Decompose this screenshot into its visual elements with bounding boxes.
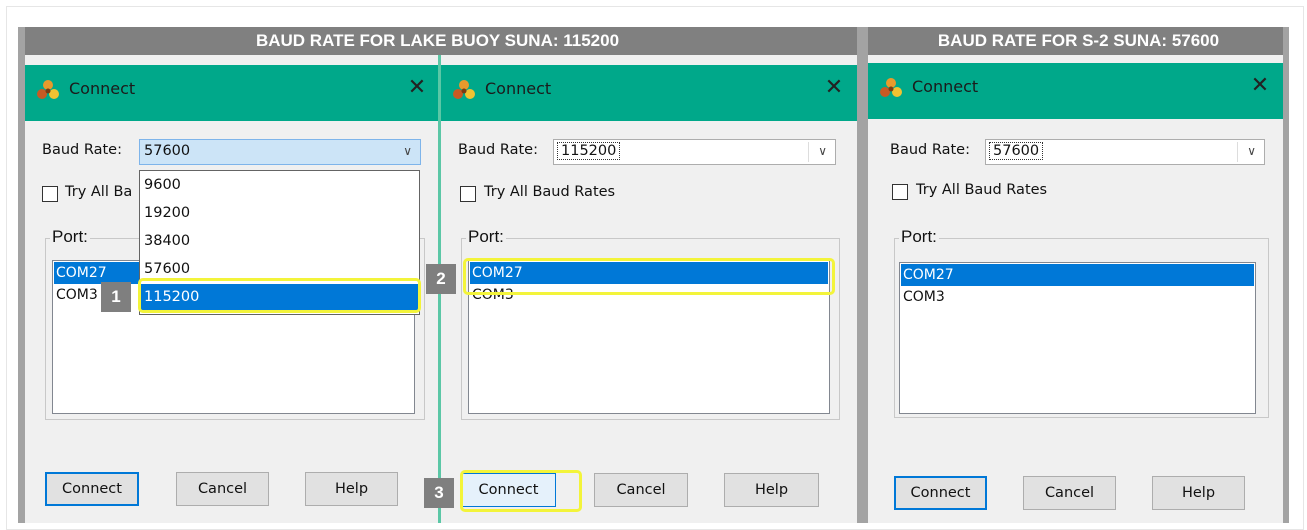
- baud-rate-value: 57600: [989, 142, 1044, 160]
- try-all-label: Try All Baud Rates: [484, 184, 616, 200]
- baud-option-38400[interactable]: 38400: [141, 228, 418, 254]
- close-icon[interactable]: ✕: [1247, 73, 1273, 99]
- section-divider: [857, 27, 868, 523]
- dialog-title: Connect: [69, 79, 136, 98]
- dialog-title: Connect: [485, 79, 552, 98]
- baud-rate-label: Baud Rate:: [890, 142, 970, 158]
- connect-button[interactable]: Connect: [894, 476, 987, 510]
- select-divider: [1237, 142, 1238, 162]
- left-border: [18, 27, 25, 523]
- step-badge-3: 3: [424, 478, 454, 508]
- title-bar: Connect ✕: [25, 65, 440, 121]
- baud-rate-label: Baud Rate:: [458, 142, 538, 158]
- satellite-app-icon: [453, 80, 475, 99]
- header-lake-buoy: BAUD RATE FOR LAKE BUOY SUNA: 115200: [18, 27, 857, 55]
- connect-button[interactable]: Connect: [45, 472, 139, 506]
- header-s2: BAUD RATE FOR S-2 SUNA: 57600: [868, 27, 1289, 55]
- close-icon[interactable]: ✕: [821, 75, 847, 101]
- satellite-app-icon: [37, 80, 59, 99]
- highlight-com27-port: [463, 258, 835, 295]
- cancel-button[interactable]: Cancel: [1023, 476, 1116, 510]
- help-button[interactable]: Help: [305, 472, 398, 506]
- baud-rate-value: 115200: [557, 142, 621, 160]
- connect-dialog-3: Connect ✕ Baud Rate: 57600 ∨ Try All Bau…: [868, 55, 1283, 523]
- port-label: Port:: [50, 227, 90, 247]
- title-bar: Connect ✕: [441, 65, 857, 121]
- step-badge-1: 1: [101, 282, 131, 312]
- port-list: COM27 COM3: [899, 262, 1256, 414]
- baud-rate-value: 57600: [144, 143, 191, 159]
- try-all-checkbox[interactable]: [892, 184, 908, 200]
- help-button[interactable]: Help: [1152, 476, 1245, 510]
- chevron-down-icon[interactable]: ∨: [403, 144, 412, 158]
- try-all-label: Try All Baud Rates: [916, 182, 1048, 198]
- step-badge-2: 2: [426, 264, 456, 294]
- satellite-app-icon: [880, 78, 902, 97]
- port-label: Port:: [466, 227, 506, 247]
- port-label: Port:: [899, 227, 939, 247]
- cancel-button[interactable]: Cancel: [176, 472, 269, 506]
- cancel-button[interactable]: Cancel: [594, 473, 688, 507]
- chevron-down-icon[interactable]: ∨: [818, 144, 827, 158]
- port-item-com27[interactable]: COM27: [901, 264, 1254, 286]
- baud-rate-select[interactable]: 57600 ∨: [139, 139, 421, 165]
- port-item-com3[interactable]: COM3: [901, 286, 1254, 308]
- try-all-checkbox[interactable]: [42, 186, 58, 202]
- select-divider: [808, 142, 809, 162]
- right-border: [1283, 27, 1289, 523]
- try-all-label: Try All Ba: [65, 184, 133, 200]
- highlight-115200-option: [138, 278, 421, 313]
- close-icon[interactable]: ✕: [404, 75, 430, 101]
- title-bar: Connect ✕: [868, 63, 1283, 119]
- baud-rate-label: Baud Rate:: [42, 142, 122, 158]
- highlight-connect-button: [460, 470, 582, 512]
- baud-option-19200[interactable]: 19200: [141, 200, 418, 226]
- baud-option-9600[interactable]: 9600: [141, 172, 418, 198]
- try-all-checkbox[interactable]: [460, 186, 476, 202]
- dialog-title: Connect: [912, 77, 979, 96]
- chevron-down-icon[interactable]: ∨: [1247, 144, 1256, 158]
- help-button[interactable]: Help: [724, 473, 819, 507]
- baud-rate-select[interactable]: 57600 ∨: [985, 139, 1265, 165]
- baud-rate-select[interactable]: 115200 ∨: [553, 139, 836, 165]
